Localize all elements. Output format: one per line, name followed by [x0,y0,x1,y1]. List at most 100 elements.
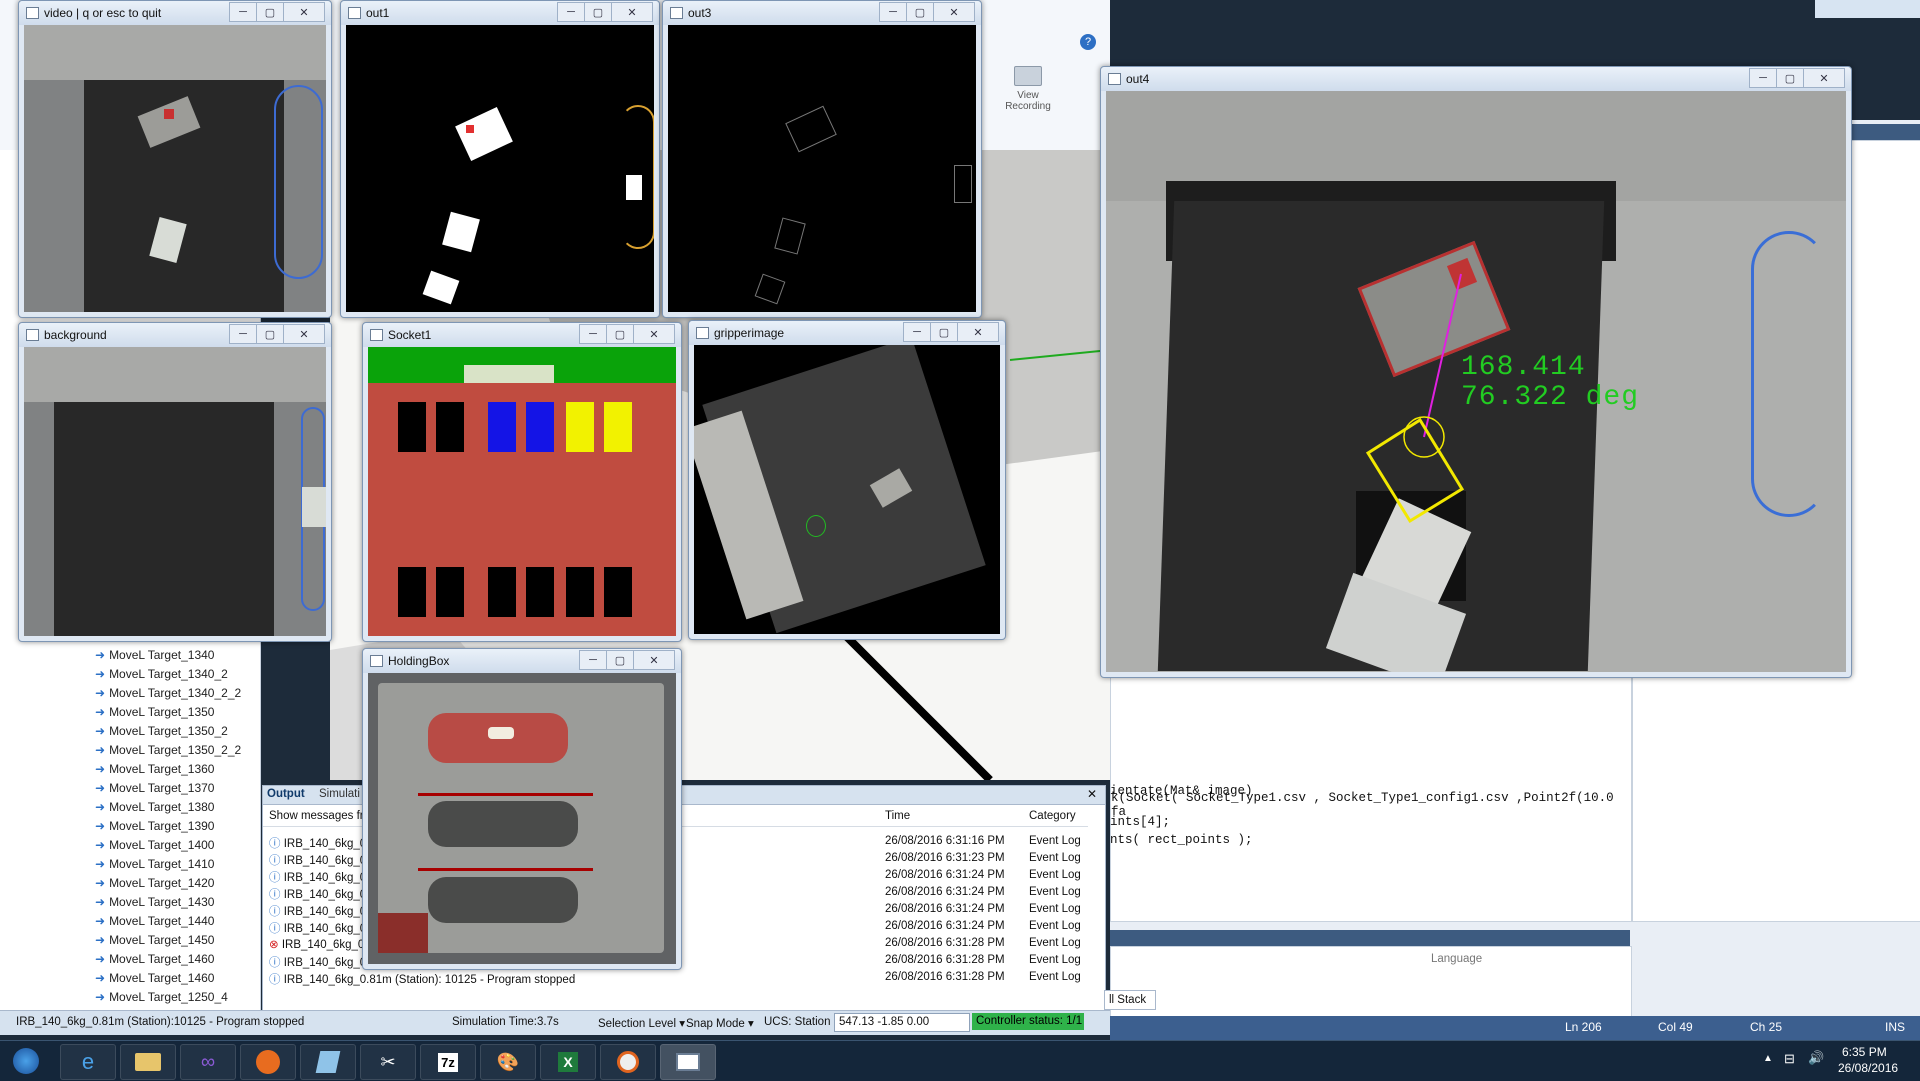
tree-item[interactable]: ➜ MoveL Target_1250_4 [95,990,228,1004]
holdingbox-frame [368,673,676,964]
opencv-app-icon[interactable] [660,1044,716,1080]
tree-item[interactable]: ➜ MoveL Target_1460 [95,952,214,966]
info-icon: ⓘ [269,906,281,918]
window-holdingbox[interactable]: HoldingBox ─ ▢ ✕ [362,648,682,970]
selection-level-dropdown[interactable]: Selection Level ▾ [598,1016,685,1030]
col-time-header[interactable]: Time [885,810,910,822]
info-icon: ⓘ [269,838,281,850]
tab-output[interactable]: Output [267,788,305,800]
camera-icon [1014,66,1042,86]
close-button[interactable]: ✕ [611,2,653,22]
tree-item[interactable]: ➜ MoveL Target_1350_2_2 [95,743,241,757]
internet-explorer-icon[interactable]: e [60,1044,116,1080]
info-icon: ⓘ [269,855,281,867]
tree-item[interactable]: ➜ MoveL Target_1340 [95,648,214,662]
maximize-button[interactable]: ▢ [1776,68,1804,88]
window-icon [26,7,39,19]
window-out1[interactable]: out1 ─ ▢ ✕ [340,0,660,318]
clock-date[interactable]: 26/08/2016 [1838,1061,1898,1075]
close-button[interactable]: ✕ [283,324,325,344]
code-line: nts( rect_points ); [1110,833,1253,847]
call-stack-tab[interactable]: ll Stack [1104,990,1156,1010]
tray-up-arrow-icon[interactable]: ▲ [1763,1053,1773,1064]
snipping-tool-icon[interactable]: ✂ [360,1044,416,1080]
minimize-button[interactable]: ─ [579,650,607,670]
tree-item[interactable]: ➜ MoveL Target_1390 [95,819,214,833]
network-icon[interactable]: ⊟ [1784,1051,1795,1067]
tree-item[interactable]: ➜ MoveL Target_1380 [95,800,214,814]
tree-item[interactable]: ➜ MoveL Target_1420 [95,876,214,890]
col-category-header[interactable]: Category [1029,810,1076,822]
tree-item[interactable]: ➜ MoveL Target_1340_2 [95,667,228,681]
paint-icon[interactable]: 🎨 [480,1044,536,1080]
excel-icon[interactable]: X [540,1044,596,1080]
start-button[interactable] [4,1044,48,1078]
tree-item[interactable]: ➜ MoveL Target_1430 [95,895,214,909]
vs-titlebar-controls [1815,0,1920,18]
tree-item[interactable]: ➜ MoveL Target_1450 [95,933,214,947]
window-icon [1108,73,1121,85]
help-icon[interactable]: ? [1080,34,1096,50]
windows-logo-icon [13,1048,39,1074]
close-button[interactable]: ✕ [957,322,999,342]
maximize-button[interactable]: ▢ [256,2,284,22]
out1-frame [346,25,654,312]
window-out4[interactable]: out4 ─ ▢ ✕ 168.414 76.322 deg [1100,66,1852,678]
minimize-button[interactable]: ─ [229,2,257,22]
maximize-button[interactable]: ▢ [584,2,612,22]
close-button[interactable]: ✕ [283,2,325,22]
minimize-button[interactable]: ─ [229,324,257,344]
vs-status-bar: Ln 206 Col 49 Ch 25 INS [1110,1016,1920,1040]
firefox-icon[interactable] [240,1044,296,1080]
window-icon [26,329,39,341]
clock-time[interactable]: 6:35 PM [1842,1045,1887,1059]
minimize-button[interactable]: ─ [879,2,907,22]
tree-item[interactable]: ➜ MoveL Target_1360 [95,762,214,776]
close-icon[interactable]: ✕ [1087,787,1097,801]
tree-item[interactable]: ➜ MoveL Target_1350 [95,705,214,719]
tree-item[interactable]: ➜ MoveL Target_1440 [95,914,214,928]
maximize-button[interactable]: ▢ [606,324,634,344]
window-gripperimage[interactable]: gripperimage ─ ▢ ✕ [688,320,1006,640]
maximize-button[interactable]: ▢ [906,2,934,22]
ucs-coords-field[interactable]: 547.13 -1.85 0.00 [834,1013,970,1032]
tree-item[interactable]: ➜ MoveL Target_1350_2 [95,724,228,738]
notes-icon[interactable] [300,1044,356,1080]
code-line: ints[4]; [1110,815,1171,829]
window-video[interactable]: video | q or esc to quit ─ ▢ ✕ [18,0,332,318]
code-line: ientate(Mat& image) [1110,784,1253,798]
window-background[interactable]: background ─ ▢ ✕ [18,322,332,642]
robotstudio-icon[interactable] [600,1044,656,1080]
visual-studio-icon[interactable]: ∞ [180,1044,236,1080]
minimize-button[interactable]: ─ [557,2,585,22]
close-button[interactable]: ✕ [1803,68,1845,88]
window-out3[interactable]: out3 ─ ▢ ✕ [662,0,982,318]
maximize-button[interactable]: ▢ [606,650,634,670]
close-button[interactable]: ✕ [933,2,975,22]
view-recording-button[interactable]: View Recording [998,60,1058,126]
controller-status: Controller status: 1/1 [972,1013,1084,1030]
tree-item[interactable]: ➜ MoveL Target_1460 [95,971,214,985]
tab-simulation[interactable]: Simulati [319,788,360,800]
window-icon [696,327,709,339]
snap-mode-dropdown[interactable]: Snap Mode ▾ [686,1016,754,1030]
7zip-icon[interactable]: 7z [420,1044,476,1080]
tree-item[interactable]: ➜ MoveL Target_1410 [95,857,214,871]
error-icon: ⊗ [269,939,279,951]
tree-item[interactable]: ➜ MoveL Target_1340_2_2 [95,686,241,700]
volume-icon[interactable]: 🔊 [1808,1050,1824,1066]
file-explorer-icon[interactable] [120,1044,176,1080]
close-button[interactable]: ✕ [633,650,675,670]
minimize-button[interactable]: ─ [579,324,607,344]
window-socket1[interactable]: Socket1 ─ ▢ ✕ [362,322,682,642]
maximize-button[interactable]: ▢ [930,322,958,342]
tree-item[interactable]: ➜ MoveL Target_1370 [95,781,214,795]
tree-item[interactable]: ➜ MoveL Target_1400 [95,838,214,852]
minimize-button[interactable]: ─ [1749,68,1777,88]
close-button[interactable]: ✕ [633,324,675,344]
minimize-button[interactable]: ─ [903,322,931,342]
gripperimage-frame [694,345,1000,634]
window-icon [370,655,383,667]
maximize-button[interactable]: ▢ [256,324,284,344]
taskbar: e ∞ ✂ 7z 🎨 X ▲ ⊟ 🔊 6:35 PM 26/08/2016 [0,1040,1920,1081]
